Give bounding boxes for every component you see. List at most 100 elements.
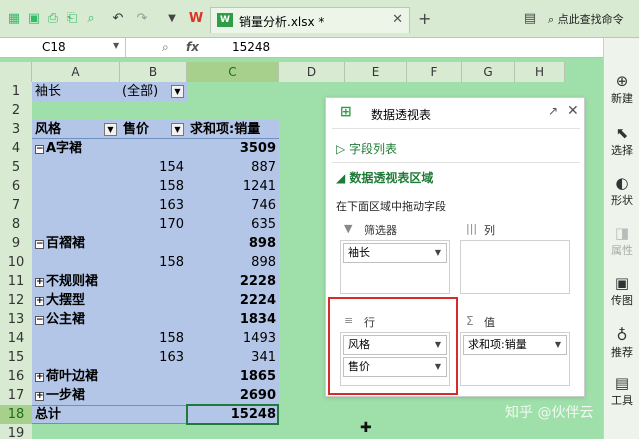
filter-drop-area[interactable]: 袖长 ▼ xyxy=(340,240,450,294)
panel-title: 数据透视表 xyxy=(371,108,432,122)
right-sidebar: ⊕ 新建 ⬉ 选择 ◐ 形状 ◨ 属性 ▣ 传图 ♁ 推荐 ▤ 工具 xyxy=(603,38,639,439)
export-pdf-icon[interactable]: ⎙ xyxy=(45,11,61,27)
row-header-18[interactable]: 18 xyxy=(0,405,32,425)
name-box-dropdown-icon[interactable]: ▼ xyxy=(113,41,119,50)
select-cursor-icon: ⬉ xyxy=(615,124,629,142)
expand-icon[interactable]: + xyxy=(35,278,44,287)
formula-input[interactable]: 15248 xyxy=(232,40,270,54)
pivot-filter-value: (全部) xyxy=(122,84,159,99)
dropdown-arrow-icon[interactable]: ▼ xyxy=(555,336,561,354)
collapse-icon[interactable]: − xyxy=(35,316,44,325)
price-cell: 158 xyxy=(159,179,184,194)
row-header-10[interactable]: 10 xyxy=(0,253,32,273)
wps-logo-icon[interactable]: W xyxy=(188,11,204,27)
sidebar-item-label: 选择 xyxy=(611,144,633,157)
row-header-9[interactable]: 9 xyxy=(0,234,32,254)
column-area-label: 列 xyxy=(484,224,495,237)
row-header-19[interactable]: 19 xyxy=(0,424,32,439)
row-header-14[interactable]: 14 xyxy=(0,329,32,349)
sidebar-item-shape[interactable]: ◐ 形状 xyxy=(604,174,639,208)
row-header-17[interactable]: 17 xyxy=(0,386,32,406)
row-header-12[interactable]: 12 xyxy=(0,291,32,311)
undo-icon[interactable]: ↶ xyxy=(110,11,126,27)
field-list-toggle[interactable]: ▷ 字段列表 xyxy=(336,140,397,157)
column-header-d[interactable]: D xyxy=(279,62,345,82)
undock-icon[interactable]: ↗ xyxy=(548,104,558,118)
divider xyxy=(332,128,580,129)
row-header-8[interactable]: 8 xyxy=(0,215,32,235)
sidebar-item-recommend[interactable]: ♁ 推荐 xyxy=(604,326,639,360)
zoom-icon[interactable]: ⌕ xyxy=(162,40,169,55)
print-icon[interactable]: ⎗ xyxy=(64,11,80,27)
column-header-e[interactable]: E xyxy=(345,62,407,82)
row-header-5[interactable]: 5 xyxy=(0,158,32,178)
filter-dropdown-button[interactable]: ▼ xyxy=(171,82,184,101)
pivot-total-label: 总计 xyxy=(35,407,62,422)
sales-cell: 1493 xyxy=(242,331,276,346)
sigma-icon: Σ xyxy=(466,314,474,328)
style-dropdown-button[interactable]: ▼ xyxy=(104,120,117,139)
dropdown-arrow-icon[interactable]: ▼ xyxy=(435,244,441,262)
row-header-16[interactable]: 16 xyxy=(0,367,32,387)
pivot-table-panel: ⊞ 数据透视表 ↗ ✕ ▷ 字段列表 ◢ 数据透视表区域 在下面区域中拖动字段 … xyxy=(325,97,585,397)
function-icon[interactable]: fx xyxy=(186,40,199,54)
divider xyxy=(332,162,580,163)
row-header-13[interactable]: 13 xyxy=(0,310,32,330)
row-header-4[interactable]: 4 xyxy=(0,139,32,159)
new-tab-icon[interactable]: + xyxy=(418,9,431,28)
filter-field-pill[interactable]: 袖长 ▼ xyxy=(343,243,447,263)
column-header-f[interactable]: F xyxy=(407,62,462,82)
sidebar-item-select[interactable]: ⬉ 选择 xyxy=(604,124,639,158)
sidebar-item-new[interactable]: ⊕ 新建 xyxy=(604,72,639,106)
pivot-group-row: + 大摆型 xyxy=(35,291,85,310)
row-header-7[interactable]: 7 xyxy=(0,196,32,216)
expand-icon[interactable]: + xyxy=(35,373,44,382)
document-tab[interactable]: W 销量分析.xlsx * ✕ xyxy=(210,7,410,33)
app-menu-icon[interactable]: ▦ xyxy=(6,11,22,27)
column-header-a[interactable]: A xyxy=(32,62,120,82)
chevron-right-icon: ▷ xyxy=(336,142,350,156)
select-all-corner[interactable] xyxy=(0,62,32,82)
pivot-areas-toggle[interactable]: ◢ 数据透视表区域 xyxy=(336,169,433,186)
collapse-icon[interactable]: − xyxy=(35,240,44,249)
save-icon[interactable]: ▣ xyxy=(26,11,42,27)
expand-icon[interactable]: + xyxy=(35,297,44,306)
price-dropdown-button[interactable]: ▼ xyxy=(171,120,184,139)
active-cell-selection[interactable] xyxy=(186,404,279,425)
windows-icon[interactable]: ▤ xyxy=(522,11,538,27)
filter-icon: ▼ xyxy=(344,222,353,235)
close-icon[interactable]: ✕ xyxy=(567,103,579,119)
column-header-b[interactable]: B xyxy=(120,62,187,82)
command-search[interactable]: ⌕ 点此查找命令 xyxy=(548,11,624,27)
row-header-3[interactable]: 3 xyxy=(0,120,32,140)
sidebar-item-properties[interactable]: ◨ 属性 xyxy=(604,224,639,258)
group-label: A字裙 xyxy=(46,141,83,156)
sidebar-item-tools[interactable]: ▤ 工具 xyxy=(604,374,639,408)
column-header-h[interactable]: H xyxy=(515,62,565,82)
column-drop-area[interactable] xyxy=(460,240,570,294)
close-tab-icon[interactable]: ✕ xyxy=(392,12,403,27)
sidebar-item-upload-image[interactable]: ▣ 传图 xyxy=(604,274,639,308)
quick-access-dropdown-icon[interactable]: ▼ xyxy=(164,11,180,27)
value-drop-area[interactable]: 求和项:销量 ▼ xyxy=(460,332,570,386)
print-preview-icon[interactable]: ⌕ xyxy=(83,11,99,27)
expand-icon[interactable]: + xyxy=(35,392,44,401)
sidebar-item-label: 形状 xyxy=(611,194,633,207)
value-field-pill[interactable]: 求和项:销量 ▼ xyxy=(463,335,567,355)
collapse-icon[interactable]: − xyxy=(35,145,44,154)
row-header-15[interactable]: 15 xyxy=(0,348,32,368)
pivot-group-row: − 百褶裙 xyxy=(35,234,85,253)
pivot-filter-label: 袖长 xyxy=(35,84,62,99)
group-sum: 1865 xyxy=(239,369,276,384)
filter-area-label: 筛选器 xyxy=(364,224,397,237)
sidebar-item-label: 新建 xyxy=(611,92,633,105)
row-header-6[interactable]: 6 xyxy=(0,177,32,197)
dropdown-arrow-icon: ▼ xyxy=(104,123,117,136)
row-header-2[interactable]: 2 xyxy=(0,101,32,121)
row-header-1[interactable]: 1 xyxy=(0,82,32,102)
row-header-11[interactable]: 11 xyxy=(0,272,32,292)
column-header-g[interactable]: G xyxy=(462,62,515,82)
redo-icon[interactable]: ↷ xyxy=(134,11,150,27)
column-header-c[interactable]: C xyxy=(187,62,279,82)
name-box[interactable]: C18 ▼ xyxy=(0,38,126,57)
